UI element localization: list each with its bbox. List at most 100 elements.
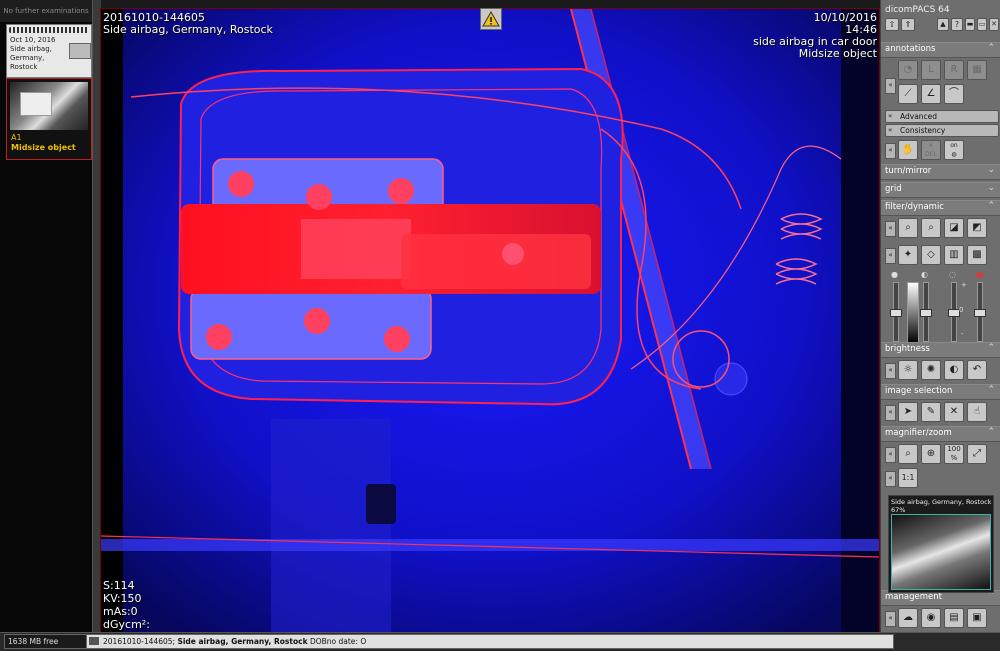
overlay-dose: dGycm²: — [103, 618, 150, 631]
expand-left-icon[interactable]: « — [885, 248, 896, 264]
expand-left-icon[interactable]: « — [885, 78, 896, 94]
zoom-in-icon[interactable]: ⊕ — [921, 444, 941, 464]
select-arrow-icon[interactable]: ➤ — [898, 402, 918, 422]
filter-mosaic-icon[interactable]: ▩ — [967, 245, 987, 265]
xray-image[interactable] — [101, 9, 879, 633]
deselect-icon[interactable]: ✕ — [944, 402, 964, 422]
image-viewport[interactable]: 20161010-144605 Side airbag, Germany, Ro… — [100, 8, 880, 634]
expand-left-icon[interactable]: « — [885, 363, 896, 379]
chevron-up-icon: ⌃ — [987, 343, 995, 353]
brightness-high-icon[interactable]: ✺ — [921, 360, 941, 380]
expand-left-icon[interactable]: « — [885, 471, 896, 487]
pin-icon[interactable]: ✎ — [921, 402, 941, 422]
filter-sharpen-icon[interactable]: ◩ — [967, 218, 987, 238]
brightness-low-icon[interactable]: ☼ — [898, 360, 918, 380]
ruler-icon[interactable]: ⟋ — [898, 84, 918, 104]
expand-left-icon[interactable]: « — [885, 447, 896, 463]
burn-cd-icon[interactable]: ◉ — [921, 608, 941, 628]
filter-star-icon[interactable]: ✦ — [898, 245, 918, 265]
status-study-desc: Side airbag, Germany, Rostock — [177, 637, 308, 646]
section-turn-mirror[interactable]: turn/mirror ⌄ — [881, 164, 1000, 180]
section-filter-dynamic[interactable]: filter/dynamic ⌃ — [881, 200, 1000, 216]
filter-lens-1-icon[interactable]: ⌕ — [898, 218, 918, 238]
chevron-down-icon: ⌄ — [987, 183, 995, 193]
help-icon[interactable]: ? — [951, 18, 963, 31]
save-icon[interactable]: ▣ — [967, 608, 987, 628]
delete-annotation-button[interactable]: ✕ DEL — [921, 140, 941, 160]
expand-left-icon[interactable]: « — [885, 143, 896, 159]
reset-brightness-icon[interactable]: ↶ — [967, 360, 987, 380]
gamma-slider[interactable] — [948, 282, 960, 342]
expand-left-icon[interactable]: « — [885, 405, 896, 421]
series-thumbnail[interactable]: A1 Midsize object — [6, 78, 92, 160]
settings-icon[interactable]: ▲ — [937, 18, 949, 31]
chevron-down-icon: ⌄ — [987, 165, 995, 175]
close-icon[interactable]: ✕ — [989, 18, 999, 31]
filter-diamond-icon[interactable]: ◇ — [921, 245, 941, 265]
up-arrow-icon[interactable]: ⇧ — [885, 18, 899, 31]
series-thumbnail-image[interactable] — [10, 82, 88, 130]
status-study-id: 20161010-144605 — [103, 637, 173, 646]
annotation-left-icon[interactable]: L — [921, 60, 941, 80]
overlay-study-desc: Side airbag, Germany, Rostock — [103, 23, 273, 36]
cloud-icon[interactable]: ☁ — [898, 608, 918, 628]
hand-select-icon[interactable]: ☝ — [967, 402, 987, 422]
app-title: dicomPACS 64 — [885, 5, 950, 15]
zoom-100-button[interactable]: 100% — [944, 444, 964, 464]
study-card-border — [9, 27, 89, 33]
study-desc-1: Side airbag, — [10, 45, 52, 53]
contrast-small-icon: ◐ — [921, 270, 928, 279]
section-annotations[interactable]: annotations ⌃ — [881, 42, 1000, 58]
contrast-slider[interactable] — [920, 282, 932, 342]
overlay-slice: S:114 — [103, 579, 135, 592]
study-desc-3: Rostock — [10, 63, 38, 71]
brightness-slider[interactable] — [890, 282, 902, 342]
gamma-small-icon: ◌ — [949, 270, 956, 279]
minimize-icon[interactable]: ▬ — [965, 18, 975, 31]
section-image-selection[interactable]: image selection ⌃ — [881, 384, 1000, 400]
advanced-button[interactable]: «Advanced — [885, 110, 999, 123]
angle-icon[interactable]: ∠ — [921, 84, 941, 104]
chevron-up-icon: ⌃ — [987, 43, 995, 53]
slider-plus-label: + — [961, 281, 967, 289]
slider-mid-label: 0 — [959, 306, 964, 314]
filter-gradient-icon[interactable]: ▥ — [944, 245, 964, 265]
study-info: Oct 10, 2016 Side airbag, Germany, Rosto… — [10, 36, 66, 72]
preview-image[interactable] — [891, 514, 991, 590]
consistency-button[interactable]: «Consistency — [885, 124, 999, 137]
section-grid[interactable]: grid ⌄ — [881, 182, 1000, 198]
annotations-on-button[interactable]: on ◍ — [944, 140, 964, 160]
one-to-one-button[interactable]: 1:1 — [898, 468, 918, 488]
section-brightness[interactable]: brightness ⌃ — [881, 342, 1000, 358]
collapse-icon[interactable]: ⇑ — [901, 18, 915, 31]
arc-measure-icon[interactable]: ⌒ — [944, 84, 964, 104]
disk-free-label: 1638 MB free — [4, 634, 87, 649]
preview-caption: Side airbag, Germany, Rostock 67% — [891, 498, 992, 514]
filter-lens-2-icon[interactable]: ⌕ — [921, 218, 941, 238]
navigator-preview[interactable]: Side airbag, Germany, Rostock 67% — [888, 495, 994, 593]
warning-icon[interactable] — [480, 8, 502, 30]
expand-left-icon[interactable]: « — [885, 611, 896, 627]
expand-left-icon[interactable]: « — [885, 221, 896, 237]
section-magnifier-zoom[interactable]: magnifier/zoom ⌃ — [881, 426, 1000, 442]
study-card[interactable]: Oct 10, 2016 Side airbag, Germany, Rosto… — [6, 24, 92, 78]
color-map-icon: ▦ — [976, 270, 984, 279]
study-desc-2: Germany, — [10, 54, 45, 62]
zoom-fit-icon[interactable]: ⤢ — [967, 444, 987, 464]
series-label: A1 — [11, 133, 22, 142]
patient-icon — [89, 637, 99, 645]
stack-icon[interactable]: ▤ — [944, 608, 964, 628]
hand-pointer-icon[interactable]: ✋ — [898, 140, 918, 160]
magnifier-icon[interactable]: ⌕ — [898, 444, 918, 464]
chevron-up-icon: ⌃ — [987, 201, 995, 211]
filter-contrast-icon[interactable]: ◪ — [944, 218, 964, 238]
annotation-tool-1-icon[interactable]: ◔ — [898, 60, 918, 80]
restore-icon[interactable]: ▭ — [977, 18, 987, 31]
annotation-right-icon[interactable]: R — [944, 60, 964, 80]
layout-icon[interactable] — [69, 43, 91, 59]
color-slider[interactable] — [974, 282, 986, 342]
chevron-up-icon: ⌃ — [987, 385, 995, 395]
annotation-grid-icon[interactable]: ▦ — [967, 60, 987, 80]
invert-icon[interactable]: ◐ — [944, 360, 964, 380]
overlay-mas: mAs:0 — [103, 605, 138, 618]
